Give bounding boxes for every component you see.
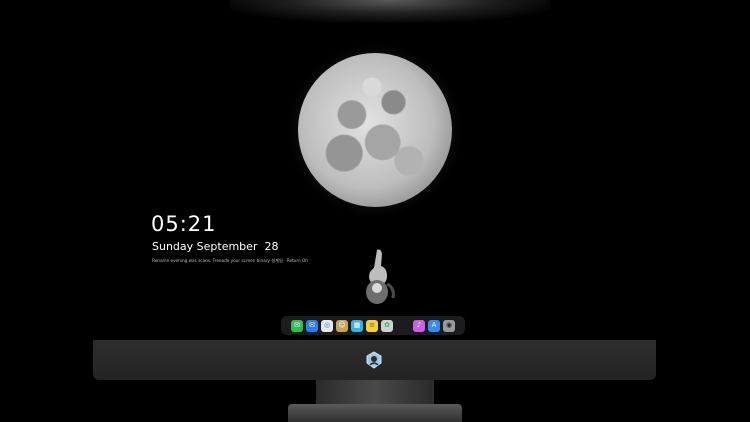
lockscreen-date: Sunday September 28 [152, 240, 279, 253]
finder-icon[interactable]: ☺ [336, 319, 348, 332]
app-store-icon[interactable]: A [428, 319, 440, 332]
lockscreen-clock: 05:21 [151, 212, 217, 236]
monitor: 05:21 Sunday September 28 Rename evening… [93, 22, 656, 380]
lock-screen: 05:21 Sunday September 28 Rename evening… [93, 22, 656, 340]
dock: ✉ ✉ ◎ ☺ ▦ ≡ ✿ ♪ A ◉ [281, 316, 465, 335]
messages-icon[interactable]: ✉ [291, 319, 303, 332]
mail-icon[interactable]: ✉ [306, 319, 318, 332]
top-light-glow [230, 0, 550, 22]
monitor-chin [93, 340, 656, 380]
camera-icon[interactable]: ◉ [443, 319, 455, 332]
moon-wallpaper-image [298, 53, 452, 207]
itunes-icon[interactable]: ♪ [413, 319, 425, 332]
photos-icon[interactable]: ✿ [381, 319, 393, 332]
lockscreen-hint: Rename evening was scans. Freeade your s… [152, 258, 308, 263]
shield-logo-icon [366, 351, 382, 369]
astronaut-hand-figure [366, 249, 395, 304]
safari-icon[interactable]: ◎ [321, 319, 333, 332]
monitor-stand-base [288, 404, 462, 422]
calendar-icon[interactable]: ▦ [351, 319, 363, 332]
notes-icon[interactable]: ≡ [366, 319, 378, 332]
